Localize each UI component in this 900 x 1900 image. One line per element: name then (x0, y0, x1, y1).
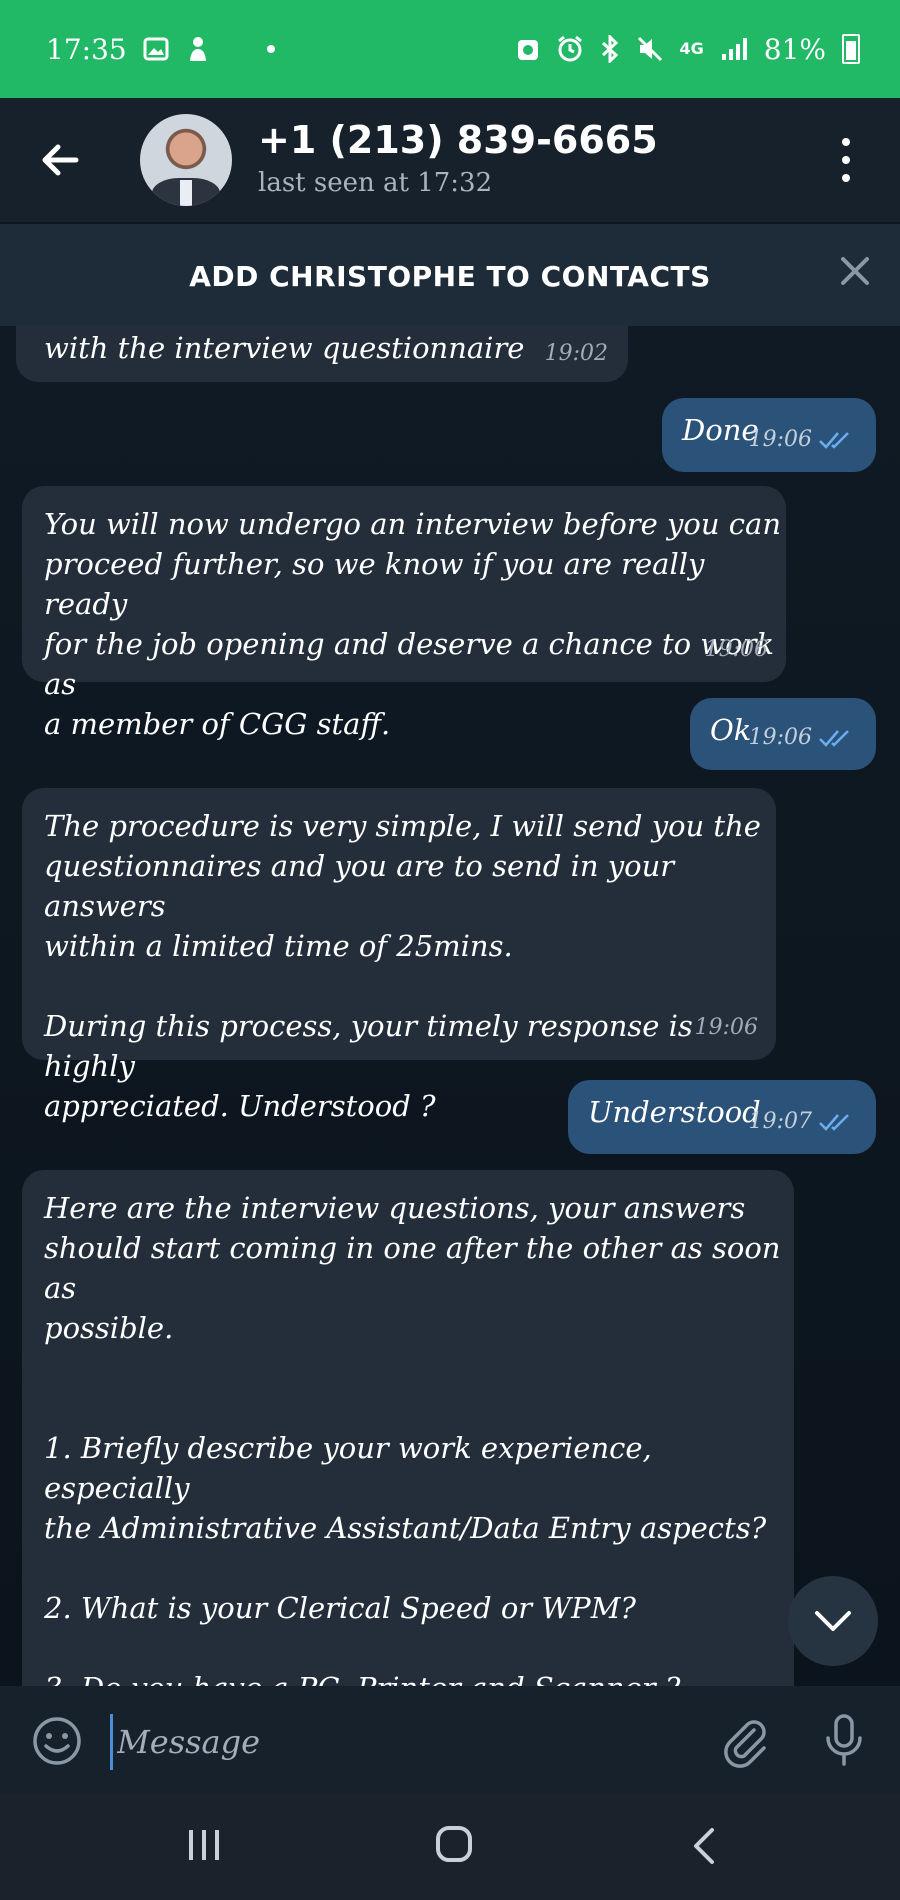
message-time: 19:06 (748, 427, 812, 452)
double-check-icon (819, 432, 849, 449)
avatar-shirt (180, 180, 192, 206)
add-contact-banner: ADD CHRISTOPHE TO CONTACTS (0, 222, 900, 328)
avatar[interactable] (140, 114, 232, 206)
message-time: 19:02 (544, 341, 608, 366)
data-saver-icon (517, 40, 538, 60)
message-text: The procedure is very simple, I will sen… (44, 809, 761, 1123)
battery-percent: 81% (763, 32, 826, 66)
message-meta: 19:07 (749, 1102, 858, 1142)
message-meta: 19:06 (695, 1008, 758, 1048)
paperclip-icon (724, 1720, 766, 1768)
message-meta: 19:06 (749, 718, 858, 758)
menu-dot (842, 156, 850, 164)
gallery-icon (143, 37, 169, 61)
chat-header: +1 (213) 839-6665 last seen at 17:32 (0, 98, 900, 222)
close-icon (841, 257, 869, 285)
add-contact-button[interactable]: ADD CHRISTOPHE TO CONTACTS (0, 260, 900, 293)
message-time: 19:06 (704, 637, 768, 662)
status-bar-left: 17:35 (46, 33, 275, 66)
message-composer (0, 1686, 900, 1794)
message-meta: 19:02 (545, 334, 608, 374)
arrow-left-icon (42, 144, 79, 176)
chevron-left-icon (694, 1828, 714, 1864)
message-incoming[interactable]: with the interview questionnaire 19:02 (16, 326, 628, 382)
status-bar-right: 4G 81% (516, 32, 860, 66)
message-list[interactable]: with the interview questionnaire 19:02 D… (0, 326, 900, 1686)
message-outgoing[interactable]: Understood 19:07 (568, 1080, 876, 1154)
emoji-icon (33, 1717, 81, 1765)
message-text: Here are the interview questions, your a… (44, 1191, 781, 1686)
message-meta: 19:06 (705, 630, 768, 670)
message-time: 19:06 (748, 725, 812, 750)
battery-icon (842, 34, 860, 64)
last-seen-status: last seen at 17:32 (258, 168, 493, 198)
system-back-button[interactable] (688, 1826, 718, 1870)
recents-icon (189, 1830, 219, 1860)
more-options-button[interactable] (834, 138, 858, 182)
message-incoming[interactable]: The procedure is very simple, I will sen… (22, 788, 776, 1123)
network-type-icon: 4G (679, 39, 704, 58)
dismiss-banner-button[interactable] (838, 254, 872, 292)
message-incoming[interactable]: Here are the interview questions, your a… (22, 1170, 794, 1686)
message-text: Done (682, 413, 759, 447)
message-outgoing[interactable]: Ok 19:06 (690, 698, 876, 770)
message-input[interactable] (110, 1714, 679, 1770)
double-check-icon (819, 1114, 849, 1131)
status-time: 17:35 (46, 32, 127, 66)
double-check-icon (819, 730, 849, 747)
microphone-icon (826, 1714, 862, 1766)
message-incoming[interactable]: You will now undergo an interview before… (22, 486, 786, 741)
alarm-icon (557, 35, 582, 62)
message-time: 19:06 (694, 1015, 758, 1040)
message-text: Understood (588, 1095, 761, 1129)
home-button[interactable] (434, 1824, 474, 1868)
recents-button[interactable] (186, 1828, 222, 1866)
contact-name[interactable]: +1 (213) 839-6665 (258, 118, 658, 162)
chevron-down-icon (815, 1611, 851, 1631)
emoji-button[interactable] (32, 1716, 82, 1766)
notification-dot (266, 45, 275, 53)
scroll-to-bottom-button[interactable] (788, 1576, 878, 1666)
attach-button[interactable] (716, 1712, 772, 1768)
message-text: with the interview questionnaire (44, 331, 525, 365)
signal-icon (721, 38, 747, 60)
mute-icon (637, 36, 662, 62)
back-button[interactable] (36, 136, 84, 184)
notification-app-icon (189, 37, 206, 61)
menu-dot (842, 174, 850, 182)
menu-dot (842, 138, 850, 146)
status-bar: 17:35 4G 81% (0, 0, 900, 98)
message-text: Ok (710, 713, 752, 747)
system-nav-bar (0, 1794, 900, 1900)
bluetooth-icon (601, 35, 618, 63)
voice-message-button[interactable] (816, 1712, 872, 1768)
home-icon (436, 1826, 472, 1862)
message-meta: 19:06 (749, 420, 858, 460)
message-text: You will now undergo an interview before… (44, 507, 781, 741)
message-time: 19:07 (748, 1109, 812, 1134)
message-outgoing[interactable]: Done 19:06 (662, 398, 876, 472)
